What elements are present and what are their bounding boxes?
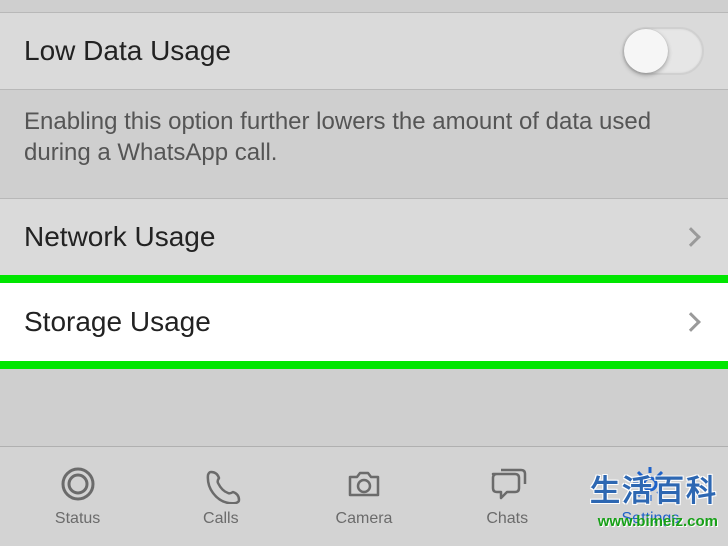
low-data-usage-description: Enabling this option further lowers the …: [0, 90, 728, 198]
chats-icon: [485, 462, 529, 506]
gear-icon: [628, 462, 672, 506]
tab-status[interactable]: Status: [6, 462, 149, 528]
storage-usage-row[interactable]: Storage Usage: [0, 283, 728, 361]
tab-bar: Status Calls Camera Chats: [0, 446, 728, 546]
tab-calls-label: Calls: [203, 510, 239, 528]
watermark-url: www.bimeiz.com: [598, 513, 718, 530]
network-usage-label: Network Usage: [24, 221, 215, 253]
storage-usage-label: Storage Usage: [24, 306, 211, 338]
tab-camera[interactable]: Camera: [292, 462, 435, 528]
tab-status-label: Status: [55, 510, 100, 528]
tab-chats-label: Chats: [486, 510, 528, 528]
section-header-call-settings: [0, 0, 728, 12]
low-data-usage-row[interactable]: Low Data Usage: [0, 12, 728, 90]
tab-chats[interactable]: Chats: [436, 462, 579, 528]
low-data-usage-toggle[interactable]: [622, 27, 704, 75]
low-data-usage-label: Low Data Usage: [24, 35, 231, 67]
phone-icon: [199, 462, 243, 506]
chevron-right-icon: [681, 312, 701, 332]
network-usage-row[interactable]: Network Usage: [0, 198, 728, 276]
chevron-right-icon: [681, 227, 701, 247]
storage-usage-highlight: Storage Usage: [0, 275, 728, 369]
tab-calls[interactable]: Calls: [149, 462, 292, 528]
status-icon: [56, 462, 100, 506]
toggle-knob: [624, 29, 668, 73]
camera-icon: [342, 462, 386, 506]
tab-camera-label: Camera: [336, 510, 393, 528]
